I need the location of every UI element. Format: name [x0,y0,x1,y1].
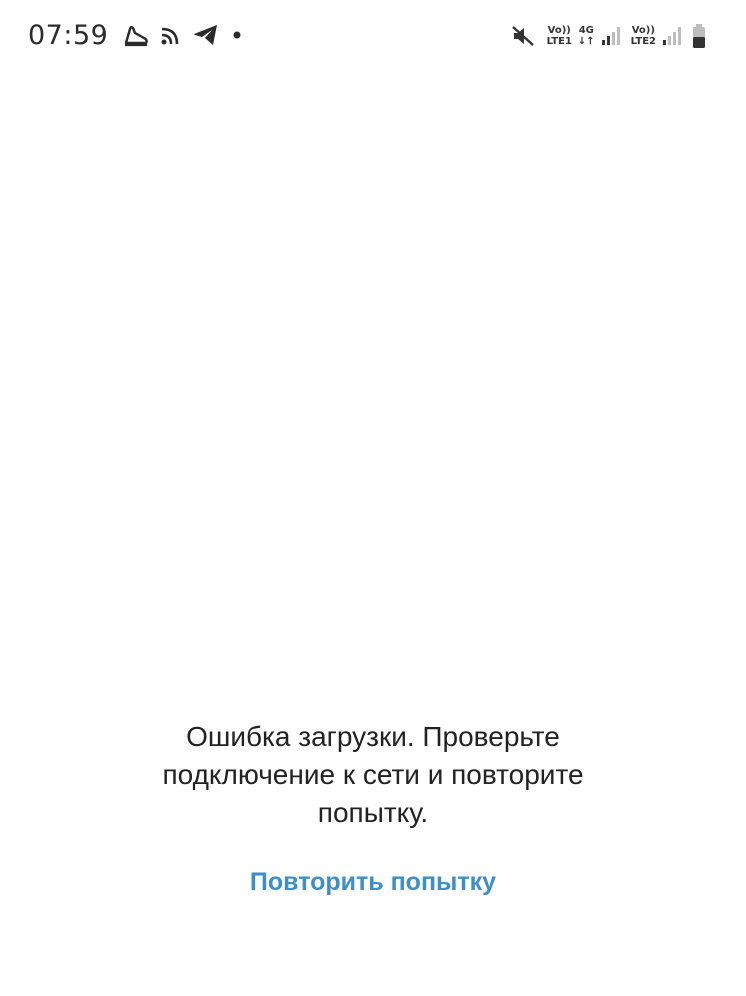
sim1-volte-label: Vo)) [547,25,571,36]
signal-icon [601,25,623,47]
cast-icon [160,24,182,46]
data-4g-indicator: 4G ↓↑ [578,25,595,47]
status-bar-left: 07:59 [28,17,254,53]
telegram-icon [192,23,220,47]
status-bar: 07:59 Vo)) LTE1 4G ↓↑ Vo)) LTE2 [0,0,746,72]
sim2-volte-lte: Vo)) LTE2 [631,25,656,47]
battery-icon [692,23,706,49]
error-message: Ошибка загрузки. Проверьте подключение к… [162,721,584,828]
shoe-icon [122,23,150,47]
sim2-lte-label: LTE2 [630,36,656,47]
mute-icon [511,24,535,48]
clock: 07:59 [28,19,109,51]
dot-icon [230,28,244,42]
retry-button[interactable]: Повторить попытку [0,863,746,901]
data-arrows-label: ↓↑ [577,36,595,47]
status-bar-right: Vo)) LTE1 4G ↓↑ Vo)) LTE2 [511,20,716,52]
sim1-lte-label: LTE1 [546,36,572,47]
data-4g-label: 4G [578,25,594,36]
sim1-volte-lte: Vo)) LTE1 [547,25,572,47]
sim2-volte-label: Vo)) [631,25,655,36]
error-block: Ошибка загрузки. Проверьте подключение к… [0,718,746,832]
app-screen: 07:59 Vo)) LTE1 4G ↓↑ Vo)) LTE2 Ошибка з… [0,0,746,996]
signal-icon-sim2 [662,25,684,47]
